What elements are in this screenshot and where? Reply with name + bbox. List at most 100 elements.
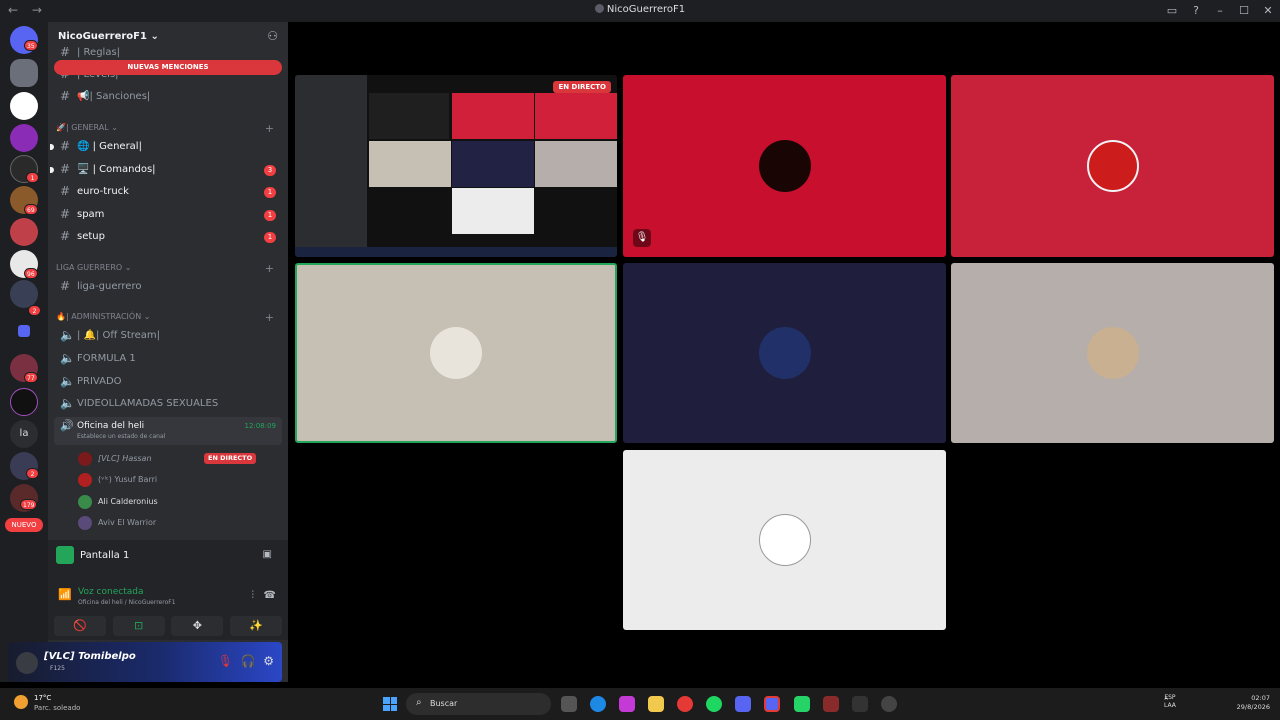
- window-title-text: NicoGuerreroF1: [606, 4, 686, 15]
- category-label: 🚀| GENERAL: [56, 123, 109, 132]
- keyboard-layout: LAA: [1164, 702, 1176, 709]
- unread-indicator: [50, 144, 54, 150]
- voice-user[interactable]: Aviv El Warrior: [78, 513, 282, 533]
- channel-setup[interactable]: # setup 1: [54, 227, 282, 247]
- channel-spam[interactable]: # spam 1: [54, 205, 282, 225]
- participant-tile[interactable]: [951, 263, 1274, 443]
- server-icon-3[interactable]: [10, 124, 38, 152]
- new-badge[interactable]: NUEVO: [5, 518, 43, 532]
- category-label: LIGA GUERRERO: [56, 263, 123, 272]
- channel-comandos[interactable]: # 🖥️ | Comandos| 3: [50, 160, 282, 180]
- disconnect-icon[interactable]: ☎: [264, 590, 276, 601]
- folder-icon[interactable]: [18, 325, 30, 337]
- hash-icon: #: [60, 89, 71, 103]
- channel-name: 🌐 | General|: [77, 141, 142, 152]
- epic-games-icon[interactable]: [852, 696, 868, 712]
- server-icon-la[interactable]: la: [10, 420, 38, 448]
- screen-share-label[interactable]: Pantalla 1: [80, 550, 129, 561]
- copilot-icon[interactable]: [619, 696, 635, 712]
- clock[interactable]: 02:07 29/8/2026: [1237, 694, 1270, 712]
- screen-share-button[interactable]: ⊡: [112, 616, 165, 636]
- server-icon-8[interactable]: [10, 280, 38, 308]
- voice-channel-privado[interactable]: 🔈 PRIVADO: [54, 372, 282, 392]
- voice-controls: ⫶ ☎: [251, 590, 276, 601]
- channel-general[interactable]: # 🌐 | General|: [50, 137, 282, 157]
- server-badge: 77: [24, 372, 38, 383]
- voice-user[interactable]: Ali Calderonius: [78, 492, 282, 512]
- maximize-button[interactable]: ☐: [1232, 0, 1256, 22]
- category-administracion[interactable]: 🔥| ADMINISTRACIÓN ⌄ +: [56, 311, 280, 326]
- channel-name: VIDEOLLAMADAS SEXUALES: [77, 398, 219, 409]
- screen-icon[interactable]: ▣: [263, 549, 272, 560]
- server-icon-2[interactable]: [10, 92, 38, 120]
- participant-tile-speaking[interactable]: [295, 263, 617, 443]
- avatar: [758, 327, 811, 379]
- stream-tile[interactable]: EN DIRECTO: [295, 75, 617, 257]
- discord-active-icon[interactable]: [764, 696, 780, 712]
- add-channel-icon[interactable]: +: [265, 262, 274, 275]
- camera-off-button[interactable]: 🚫: [54, 616, 106, 636]
- category-general[interactable]: 🚀| GENERAL ⌄ +: [56, 122, 280, 137]
- voice-connected-label[interactable]: Voz conectada: [78, 587, 143, 597]
- minimize-button[interactable]: –: [1208, 0, 1232, 22]
- edge-icon[interactable]: [590, 696, 606, 712]
- close-button[interactable]: ✕: [1256, 0, 1280, 22]
- settings-app-icon[interactable]: [881, 696, 897, 712]
- participant-tile[interactable]: [623, 263, 946, 443]
- language-indicator[interactable]: ESP LAA: [1164, 694, 1176, 710]
- add-channel-icon[interactable]: +: [265, 311, 274, 324]
- hash-icon: #: [60, 45, 71, 59]
- add-user-icon[interactable]: ⚇: [267, 29, 278, 43]
- category-liga-guerrero[interactable]: LIGA GUERRERO ⌄ +: [56, 262, 280, 277]
- task-view-icon[interactable]: [561, 696, 577, 712]
- voice-panel: Pantalla 1 ▣ 📶 Voz conectada Oficina del…: [48, 540, 288, 640]
- windows-start-icon[interactable]: [383, 697, 397, 711]
- participant-tile[interactable]: [951, 75, 1274, 257]
- voice-user[interactable]: (ᵛˡᶜ) Yusuf Barri: [78, 470, 282, 490]
- game-app-icon[interactable]: [823, 696, 839, 712]
- voice-connected-subtitle: Oficina del heli / NicoGuerreroF1: [78, 599, 176, 606]
- voice-channel-oficina-del-heli[interactable]: 🔊 Oficina del heli Establece un estado d…: [54, 417, 282, 445]
- discord-icon[interactable]: [735, 696, 751, 712]
- file-explorer-icon[interactable]: [648, 696, 664, 712]
- inbox-icon[interactable]: ▭: [1160, 0, 1184, 22]
- server-icon-6[interactable]: [10, 218, 38, 246]
- server-icon-10[interactable]: [10, 388, 38, 416]
- speaker-icon: 🔈: [60, 351, 75, 365]
- avatar: [78, 495, 92, 509]
- server-icon-1[interactable]: [10, 59, 38, 87]
- new-mentions-banner[interactable]: NUEVAS MENCIONES: [54, 60, 282, 75]
- channel-sanciones[interactable]: # 📢| Sanciones|: [54, 87, 282, 107]
- stream-preview-tile: [452, 141, 534, 187]
- participant-tile[interactable]: 🎙: [623, 75, 946, 257]
- add-channel-icon[interactable]: +: [265, 122, 274, 135]
- soundboard-button[interactable]: ✨: [229, 616, 282, 636]
- server-badge: 69: [24, 204, 38, 215]
- avatar[interactable]: [16, 652, 38, 674]
- spotify-icon[interactable]: [706, 696, 722, 712]
- voice-channel-off-stream[interactable]: 🔈 | 🔔| Off Stream|: [54, 326, 282, 346]
- settings-gear-icon[interactable]: ⚙: [263, 654, 274, 668]
- whatsapp-icon[interactable]: [794, 696, 810, 712]
- mic-muted-icon[interactable]: 🎙: [218, 654, 233, 668]
- server-name[interactable]: NicoGuerreroF1 ⌄: [58, 31, 159, 42]
- channel-euro-truck[interactable]: # euro-truck 1: [54, 182, 282, 202]
- chrome-icon[interactable]: [677, 696, 693, 712]
- call-timer: 12:08:09: [244, 422, 276, 430]
- voice-channel-videollamadas[interactable]: 🔈 VIDEOLLAMADAS SEXUALES: [54, 394, 282, 414]
- channel-liga-guerrero[interactable]: # liga-guerrero: [54, 277, 282, 297]
- speaker-icon: 🔈: [60, 328, 75, 342]
- help-icon[interactable]: ?: [1184, 0, 1208, 22]
- headphones-icon[interactable]: 🎧: [241, 654, 256, 668]
- voice-user[interactable]: [VLC] Hassan EN DIRECTO: [78, 449, 282, 469]
- username[interactable]: [VLC] Tomibelpo: [44, 651, 136, 662]
- activities-button[interactable]: ✥: [171, 616, 224, 636]
- server-badge: 2: [28, 305, 41, 316]
- channel-status[interactable]: Establece un estado de canal: [77, 433, 165, 440]
- taskbar-search[interactable]: ⌕ Buscar: [406, 693, 551, 715]
- channel-name: Oficina del heli: [77, 421, 145, 431]
- noise-suppression-icon[interactable]: ⫶: [251, 590, 254, 601]
- user-controls: 🎙 🎧 ⚙: [218, 654, 274, 668]
- voice-channel-formula-1[interactable]: 🔈 FORMULA 1: [54, 349, 282, 369]
- participant-tile[interactable]: [623, 450, 946, 630]
